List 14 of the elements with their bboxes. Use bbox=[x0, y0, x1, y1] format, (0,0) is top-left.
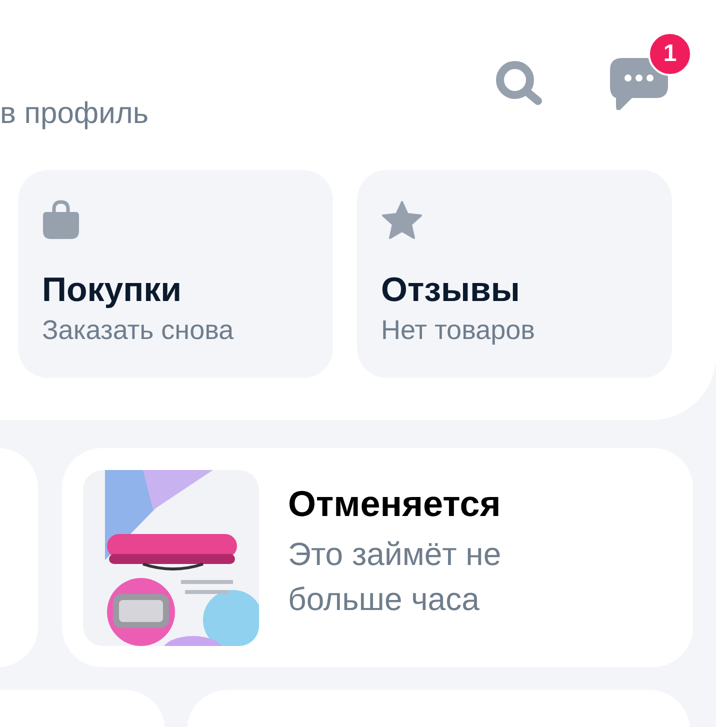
profile-link[interactable]: в профиль bbox=[0, 96, 148, 132]
order-card[interactable]: Отменяется Это займёт не больше часа bbox=[62, 448, 693, 667]
menu-tile[interactable]: Отзывы Нет товаров bbox=[357, 170, 672, 378]
menu-tile[interactable]: Покупки Заказать снова bbox=[18, 170, 333, 378]
star-icon bbox=[381, 200, 423, 240]
tile-subtitle: Нет товаров bbox=[381, 314, 535, 346]
order-note: Это займёт не больше часа bbox=[288, 535, 502, 619]
tile-title: Отзывы bbox=[381, 270, 520, 310]
bag-icon bbox=[42, 200, 80, 240]
search-icon[interactable] bbox=[495, 60, 545, 106]
tile-subtitle: Заказать снова bbox=[42, 314, 234, 346]
notification-badge: 1 bbox=[648, 32, 692, 76]
tile-title: Покупки bbox=[42, 270, 182, 310]
order-status: Отменяется bbox=[288, 482, 502, 526]
